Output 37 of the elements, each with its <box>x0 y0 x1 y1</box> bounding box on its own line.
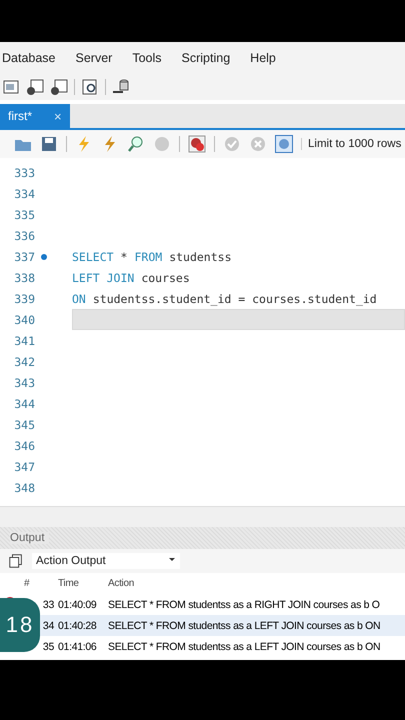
line-number: 334 <box>13 186 35 200</box>
column-header: # <box>23 578 30 589</box>
sql-keyword: SELECT <box>72 250 114 264</box>
sql-text: studentss <box>169 250 232 264</box>
line-number: 347 <box>13 460 35 474</box>
line-number: 341 <box>13 334 35 348</box>
sql-keyword: ON <box>72 292 86 306</box>
line-number: 340 <box>13 312 35 326</box>
table-cell-text: 33 <box>42 598 54 610</box>
column-header: Time <box>57 578 80 589</box>
line-number: 348 <box>13 480 35 494</box>
line-number: 344 <box>13 396 35 410</box>
table-cell-text: SELECT * FROM studentss as a RIGHT JOIN courses as b O <box>107 598 381 610</box>
line-number: 338 <box>13 270 35 284</box>
table-cell-text: SELECT * FROM studentss as a LEFT JOIN courses as b ON <box>107 640 382 652</box>
column-header: Action <box>107 578 135 589</box>
sql-keyword: FROM <box>134 250 162 264</box>
sql-text: studentss.student_id = courses.student_id <box>92 292 377 306</box>
line-number: 346 <box>13 438 35 452</box>
table-cell-text: 35 <box>42 640 54 652</box>
line-number: 345 <box>13 418 35 432</box>
table-cell-text: 01:41:06 <box>57 640 98 652</box>
sql-text: * <box>120 250 128 264</box>
table-cell-text: 01:40:09 <box>57 598 98 610</box>
line-number: 343 <box>13 376 35 390</box>
panel-title: Output <box>10 532 49 544</box>
table-cell-text: SELECT * FROM studentss as a LEFT JOIN courses as b ON <box>107 620 382 632</box>
table-cell-text: 01:40:28 <box>57 620 98 632</box>
number-toast: 18 <box>0 598 40 652</box>
line-number: 339 <box>13 292 35 306</box>
line-number: 333 <box>13 166 35 180</box>
line-number: 335 <box>13 208 35 222</box>
line-number: 336 <box>13 228 35 242</box>
line-number: 337 <box>13 250 35 264</box>
sql-keyword: LEFT JOIN <box>72 270 134 284</box>
sql-text: courses <box>141 270 190 284</box>
line-number: 342 <box>13 354 35 368</box>
